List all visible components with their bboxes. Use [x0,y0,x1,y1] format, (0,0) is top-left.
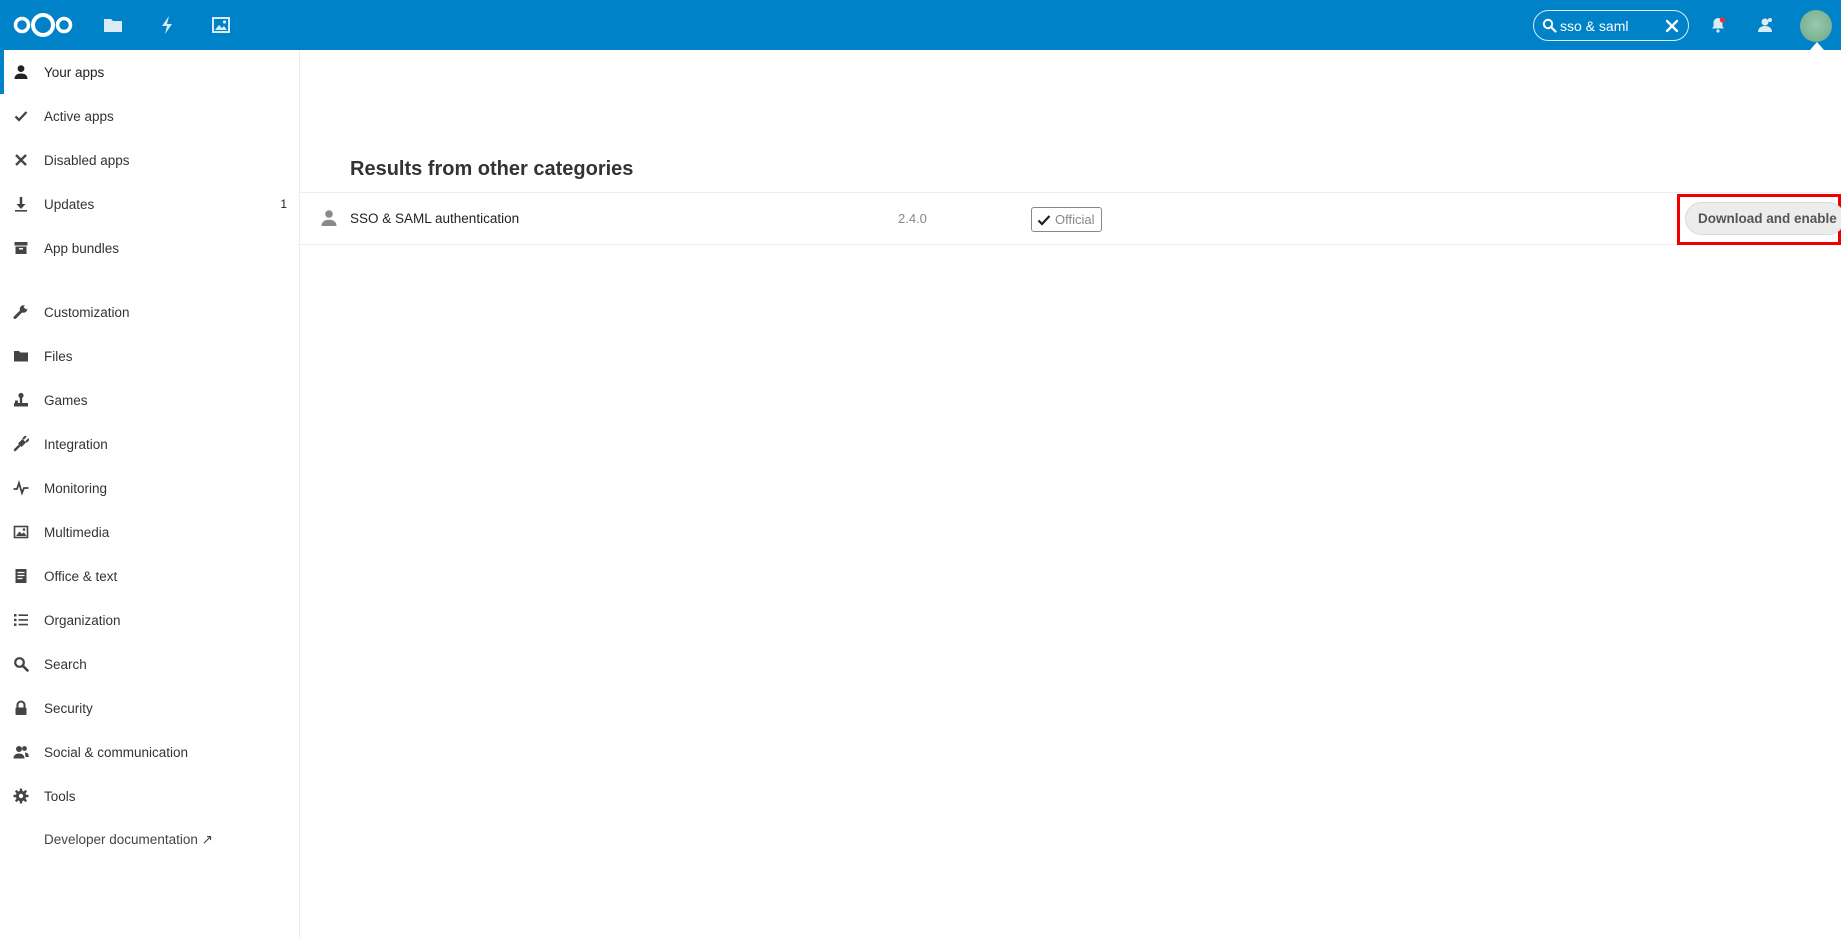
sidebar-item-label: Games [44,392,88,408]
app-list-main: Results from other categories SSO & SAML… [300,50,1841,939]
sidebar-item-label: App bundles [44,240,120,256]
user-icon [14,65,28,79]
sidebar-item-organization[interactable]: Organization [0,598,299,642]
list-icon [14,614,28,626]
developer-documentation-label: Developer documentation ↗ [44,832,213,847]
image-icon [13,525,29,539]
wrench-icon [13,304,29,319]
sidebar-item-label: Files [44,348,73,364]
sidebar-item-label: Your apps [44,64,105,80]
pulse-icon [13,480,29,496]
app-name[interactable]: SSO & SAML authentication [350,211,519,226]
sidebar-item-label: Search [44,656,87,672]
app-user-icon [321,210,337,226]
updates-counter-badge: 1 [280,197,287,211]
official-badge: Official [1031,207,1102,232]
app-list-row[interactable]: SSO & SAML authentication 2.4.0 Official… [300,192,1841,245]
gear-icon [13,788,29,804]
sidebar-item-label: Social & communication [44,744,189,760]
sidebar-item-label: Updates [44,196,95,212]
files-app-folder-icon[interactable] [100,12,126,38]
sidebar-item-tools[interactable]: Tools [0,774,299,818]
gallery-app-image-icon[interactable] [208,12,234,38]
download-icon [15,197,27,212]
sidebar-item-updates[interactable]: Updates 1 [0,182,299,226]
app-version: 2.4.0 [898,211,927,226]
search-icon [1542,18,1557,33]
sidebar-item-label: Office & text [44,568,118,584]
sidebar-item-security[interactable]: Security [0,686,299,730]
search-icon [14,657,29,672]
notifications-bell-icon[interactable] [1708,15,1728,35]
close-icon [15,154,27,166]
sidebar-item-label: Organization [44,612,121,628]
checkmark-icon [1037,214,1051,226]
sidebar-item-integration[interactable]: Integration [0,422,299,466]
sidebar-item-label: Active apps [44,108,114,124]
folder-icon [14,351,28,362]
clear-search-close-icon[interactable] [1664,18,1680,34]
user-avatar[interactable] [1800,10,1832,42]
sidebar-item-app-bundles[interactable]: App bundles [0,226,299,270]
official-badge-label: Official [1055,212,1095,227]
sidebar-item-active-apps[interactable]: Active apps [0,94,299,138]
sidebar-item-label: Monitoring [44,480,108,496]
app-search-box [1533,10,1689,41]
plug-icon [13,436,29,452]
top-header [0,0,1841,50]
sidebar-item-games[interactable]: Games [0,378,299,422]
sidebar-item-label: Security [44,700,93,716]
sidebar-item-your-apps[interactable]: Your apps [0,50,299,94]
sidebar-item-label: Disabled apps [44,152,130,168]
sidebar-item-social-communication[interactable]: Social & communication [0,730,299,774]
sidebar-item-label: Tools [44,788,76,804]
sidebar-item-label: Customization [44,304,130,320]
archive-icon [14,242,28,254]
sidebar-item-search[interactable]: Search [0,642,299,686]
checkmark-icon [14,111,28,122]
sidebar-item-multimedia[interactable]: Multimedia [0,510,299,554]
settings-menu-pointer [1810,42,1824,50]
sidebar-item-monitoring[interactable]: Monitoring [0,466,299,510]
activity-app-lightning-icon[interactable] [154,12,180,38]
lock-icon [15,700,27,715]
joystick-icon [14,392,28,407]
search-input[interactable] [1560,15,1660,37]
contacts-menu-icon[interactable] [1755,15,1775,35]
sidebar-item-label: Integration [44,436,108,452]
document-icon [15,569,27,583]
download-and-enable-button[interactable]: Download and enable [1685,202,1841,235]
contacts-icon [13,746,29,759]
sidebar-item-customization[interactable]: Customization [0,290,299,334]
section-title: Results from other categories [350,158,634,180]
nextcloud-logo-icon[interactable] [12,10,74,40]
developer-documentation-link[interactable]: Developer documentation ↗ [0,818,299,862]
sidebar-item-office-text[interactable]: Office & text [0,554,299,598]
app-categories-sidebar: Your apps Active apps Disabled apps Upda… [0,50,300,939]
sidebar-item-disabled-apps[interactable]: Disabled apps [0,138,299,182]
sidebar-item-files[interactable]: Files [0,334,299,378]
sidebar-item-label: Multimedia [44,524,110,540]
